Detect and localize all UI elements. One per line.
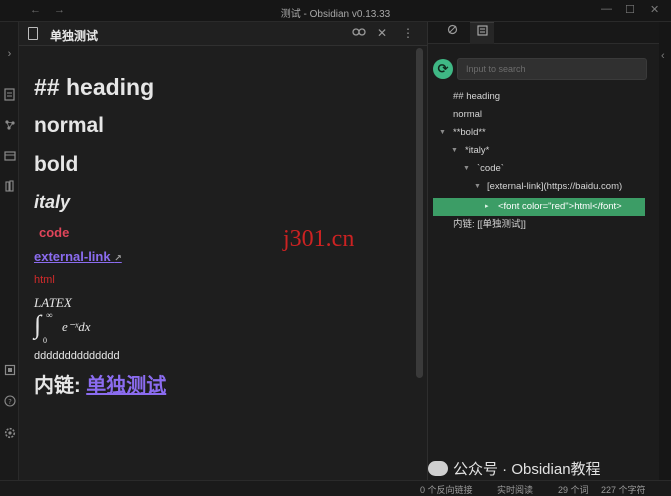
integral-lower: 0 (43, 336, 47, 345)
maximize-icon[interactable]: ☐ (625, 3, 635, 16)
right-collapse-strip[interactable]: ‹ (659, 22, 671, 480)
settings-icon[interactable] (3, 427, 16, 440)
view-mode[interactable]: 实时阅读 (497, 483, 533, 496)
file-icon[interactable] (3, 88, 16, 101)
chevron-right-icon[interactable]: › (3, 48, 16, 61)
toc-item-label: *italy* (465, 145, 490, 156)
editor-pane: 单独测试 ✕ ⋮ ## heading normal bold italy co… (19, 22, 427, 480)
toc-item-label: <font color="red">html</font> (498, 201, 622, 212)
toc-item-label: ## heading (453, 91, 501, 102)
close-pane-icon[interactable]: ✕ (377, 26, 387, 40)
note-title[interactable]: 单独测试 (50, 27, 98, 44)
toc-item[interactable]: ▼ *italy* (428, 142, 648, 160)
link-view-icon[interactable] (352, 26, 366, 41)
document-icon (28, 27, 38, 40)
toc-item-label: 内链: [[单独测试]] (453, 219, 526, 230)
watermark-text: j301.cn (283, 226, 355, 252)
toc-item[interactable]: ▼ **bold** (428, 124, 648, 142)
svg-text:?: ? (8, 398, 12, 406)
backlink-count: 0 个反向链接 (420, 485, 473, 495)
external-link-text[interactable]: external-link (34, 249, 111, 264)
minimize-icon[interactable]: — (601, 3, 612, 15)
toc-item-label: **bold** (453, 127, 486, 138)
inner-link-label: 内链: (34, 375, 81, 397)
collapse-icon[interactable]: ▸ (485, 198, 489, 216)
help-icon[interactable]: ? (3, 395, 16, 408)
inner-link[interactable]: 单独测试 (86, 375, 166, 397)
word-count: 29 个词 (558, 485, 589, 495)
code-text: code (39, 225, 70, 240)
collapse-icon[interactable]: ▼ (474, 178, 481, 196)
vault-icon[interactable] (3, 364, 16, 377)
book-icon[interactable] (3, 180, 16, 193)
integral-body: e⁻ˣdx (62, 319, 91, 334)
outline-search-input[interactable] (457, 58, 647, 80)
toc-item-label: [external-link](https://baidu.com) (487, 181, 623, 192)
toc-item-label: `code` (477, 163, 504, 174)
collapse-icon[interactable]: ▼ (439, 124, 446, 142)
external-link[interactable]: external-link ↗ (34, 249, 122, 264)
toc-item[interactable]: ## heading (428, 88, 648, 106)
toc-item[interactable]: ▼ [external-link](https://baidu.com) (428, 178, 648, 196)
integral-sign: ∫ (34, 310, 42, 339)
toc-item-selected[interactable]: ▸ <font color="red">html</font> (433, 198, 645, 216)
toc-item[interactable]: 内链: [[单独测试]] (428, 216, 648, 234)
chevron-left-icon[interactable]: ‹ (661, 50, 665, 62)
italic-text: italy (34, 192, 71, 212)
left-ribbon: › ? (0, 22, 19, 480)
bold-text: bold (34, 153, 79, 176)
editor-scrollbar[interactable] (416, 48, 423, 378)
toc-item[interactable]: normal (428, 106, 648, 124)
inner-link-line: 内链: 单独测试 (34, 369, 166, 398)
external-link-icon: ↗ (114, 253, 122, 263)
close-window-icon[interactable]: ✕ (650, 3, 659, 16)
outline-sidebar: ⟳ ## heading normal ▼ **bold** ▼ *italy*… (427, 22, 660, 480)
latex-logo: LATEX (34, 295, 72, 310)
normal-text: normal (34, 114, 105, 137)
refresh-icon[interactable]: ⟳ (433, 59, 453, 79)
html-text: html (34, 274, 55, 286)
char-count: 227 个字符 (601, 485, 646, 495)
calendar-icon[interactable] (3, 150, 16, 163)
editor-header: 单独测试 ✕ ⋮ (19, 22, 427, 46)
wechat-icon (428, 461, 448, 476)
integral-formula: ∫ ∞ 0 e⁻ˣdx (34, 310, 91, 345)
toc-item-label: normal (453, 109, 483, 120)
graph-icon[interactable] (3, 119, 16, 132)
sidebar-tabs (428, 22, 660, 44)
wechat-watermark: 公众号 · Obsidian教程 (428, 458, 601, 479)
toc-item[interactable]: ▼ `code` (428, 160, 648, 178)
title-bar: ← → 测试 - Obsidian v0.13.33 — ☐ ✕ (0, 0, 671, 22)
integral-upper: ∞ (46, 310, 53, 320)
wechat-label: 公众号 · Obsidian教程 (453, 461, 601, 478)
status-bar: 0 个反向链接 实时阅读 29 个词 227 个字符 (0, 480, 671, 496)
window-title: 测试 - Obsidian v0.13.33 (280, 9, 391, 20)
more-options-icon[interactable]: ⋮ (402, 26, 414, 40)
backlinks-tab-icon[interactable] (440, 22, 464, 44)
heading-text: ## heading (34, 74, 155, 100)
collapse-icon[interactable]: ▼ (451, 142, 458, 160)
outline-tab-icon[interactable] (470, 22, 494, 44)
long-text: dddddddddddddd (34, 350, 120, 362)
collapse-icon[interactable]: ▼ (463, 160, 470, 178)
